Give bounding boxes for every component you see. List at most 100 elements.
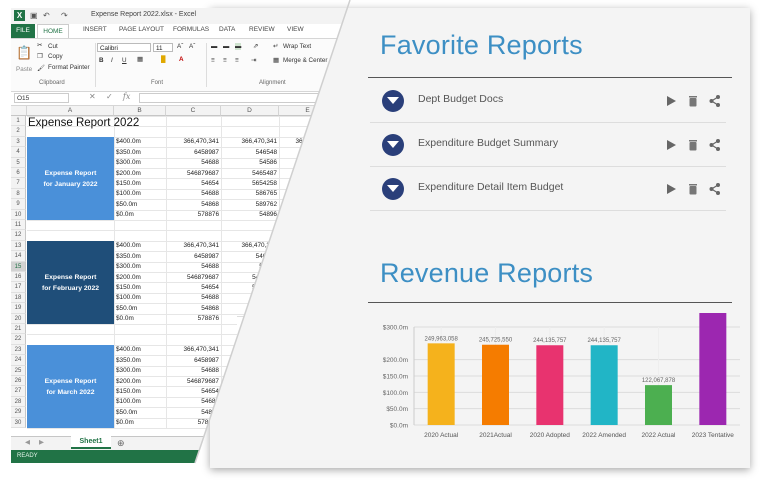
row-header[interactable]: 14 [11,251,26,262]
tab-formulas[interactable]: FORMULAS [173,26,209,33]
paste-icon[interactable]: 📋 [16,45,32,61]
font-color-icon[interactable]: A [179,56,184,63]
confirm-icon[interactable]: ✓ [106,92,113,101]
row-header[interactable]: 26 [11,376,26,387]
value-cell[interactable]: 6458987 [166,149,219,156]
row-header[interactable]: 13 [11,240,26,252]
value-cell[interactable]: 546548 [221,149,277,156]
row-header[interactable]: 9 [11,199,26,210]
column-header[interactable]: C [166,106,221,116]
row-header[interactable]: 3 [11,136,26,148]
value-cell[interactable]: 54654 [166,388,219,395]
expense-block[interactable]: Expense Report for February 2022 [27,241,114,325]
value-cell[interactable]: 54896 [221,211,277,218]
grow-font-icon[interactable]: Aˆ [177,43,183,50]
row-header[interactable]: 7 [11,178,26,189]
value-cell[interactable]: 546879687 [166,170,219,177]
redo-icon[interactable]: ↷ [61,11,68,20]
align-bottom-icon[interactable]: ▬ [235,43,242,50]
play-icon[interactable] [664,182,678,196]
expense-block[interactable]: Expense Report for January 2022 [27,137,114,221]
share-icon[interactable] [708,94,722,108]
tab-insert[interactable]: INSERT [83,26,107,33]
chart-bar[interactable] [536,345,564,425]
tier-cell[interactable]: $400.0m [116,242,141,249]
value-cell[interactable]: 546879687 [166,378,219,385]
wrap-text-icon[interactable]: ↵ [273,43,278,50]
row-header[interactable]: 19 [11,303,26,314]
italic-button[interactable]: I [111,57,113,64]
select-all-corner[interactable] [11,106,27,116]
row-header[interactable]: 25 [11,365,26,376]
tab-page-layout[interactable]: PAGE LAYOUT [119,26,164,33]
play-icon[interactable] [664,138,678,152]
value-cell[interactable]: 366,470,341 [166,138,219,145]
row-header[interactable]: 11 [11,220,26,231]
shrink-font-icon[interactable]: Aˇ [189,43,195,50]
value-cell[interactable]: 54688 [166,367,219,374]
chart-bar[interactable] [482,344,509,425]
tier-cell[interactable]: $150.0m [116,180,141,187]
row-header[interactable]: 23 [11,344,26,356]
tab-file[interactable]: FILE [11,24,35,38]
favorite-report-name[interactable]: Expenditure Detail Item Budget [418,181,563,193]
row-header[interactable]: 21 [11,324,26,335]
row-header[interactable]: 29 [11,407,26,418]
font-name-select[interactable]: Calibri [97,43,151,52]
row-header[interactable]: 1 [11,116,26,127]
cut-icon[interactable]: ✂ [37,42,42,49]
underline-button[interactable]: U [122,57,127,64]
value-cell[interactable]: 54868 [166,305,219,312]
insert-function-icon[interactable]: fx [123,92,130,101]
tier-cell[interactable]: $50.0m [116,409,137,416]
favorite-report-name[interactable]: Dept Budget Docs [418,93,503,105]
tier-cell[interactable]: $300.0m [116,159,141,166]
value-cell[interactable]: 5654258 [221,180,277,187]
tab-view[interactable]: VIEW [287,26,304,33]
trash-icon[interactable] [686,94,700,108]
chevron-down-icon[interactable] [382,134,404,156]
fill-color-icon[interactable]: █ [161,56,165,63]
expense-block[interactable]: Expense Report for March 2022 [27,345,114,429]
tier-cell[interactable]: $400.0m [116,138,141,145]
row-header[interactable]: 2 [11,126,26,137]
value-cell[interactable]: 54688 [166,398,219,405]
trash-icon[interactable] [686,182,700,196]
indent-icon[interactable]: ⇥ [251,57,256,64]
value-cell[interactable]: 5465487 [221,170,277,177]
favorite-report-item[interactable]: Expenditure Budget Summary [370,126,726,164]
value-cell[interactable]: 366,470,341 [221,138,277,145]
tier-cell[interactable]: $0.0m [116,211,134,218]
favorite-report-name[interactable]: Expenditure Budget Summary [418,137,558,149]
merge-center-icon[interactable]: ▦ [273,57,279,64]
tier-cell[interactable]: $350.0m [116,357,141,364]
font-size-select[interactable]: 11 [153,43,173,52]
column-header[interactable]: D [221,106,279,116]
align-left-icon[interactable]: ≡ [211,57,215,64]
copy-button[interactable]: Copy [48,53,63,60]
tier-cell[interactable]: $100.0m [116,398,141,405]
tier-cell[interactable]: $50.0m [116,201,137,208]
row-header[interactable]: 15 [11,261,26,272]
row-header[interactable]: 27 [11,386,26,397]
tier-cell[interactable]: $350.0m [116,149,141,156]
row-header[interactable]: 8 [11,188,26,200]
favorite-report-item[interactable]: Dept Budget Docs [370,82,726,120]
tier-cell[interactable]: $0.0m [116,315,134,322]
tab-data[interactable]: DATA [219,26,235,33]
cut-button[interactable]: Cut [48,43,58,50]
undo-icon[interactable]: ↶ [43,11,50,20]
next-sheet-icon[interactable]: ▶ [39,439,44,446]
tier-cell[interactable]: $50.0m [116,305,137,312]
tier-cell[interactable]: $300.0m [116,367,141,374]
chevron-down-icon[interactable] [382,178,404,200]
orientation-icon[interactable]: ⇗ [253,43,258,50]
favorite-report-item[interactable]: Expenditure Detail Item Budget [370,170,726,208]
format-painter-button[interactable]: Format Painter [48,64,90,71]
tier-cell[interactable]: $200.0m [116,378,141,385]
tier-cell[interactable]: $150.0m [116,284,141,291]
tier-cell[interactable]: $300.0m [116,263,141,270]
save-icon[interactable]: ▣ [30,11,38,20]
value-cell[interactable]: 54688 [166,159,219,166]
value-cell[interactable]: 6458987 [166,253,219,260]
